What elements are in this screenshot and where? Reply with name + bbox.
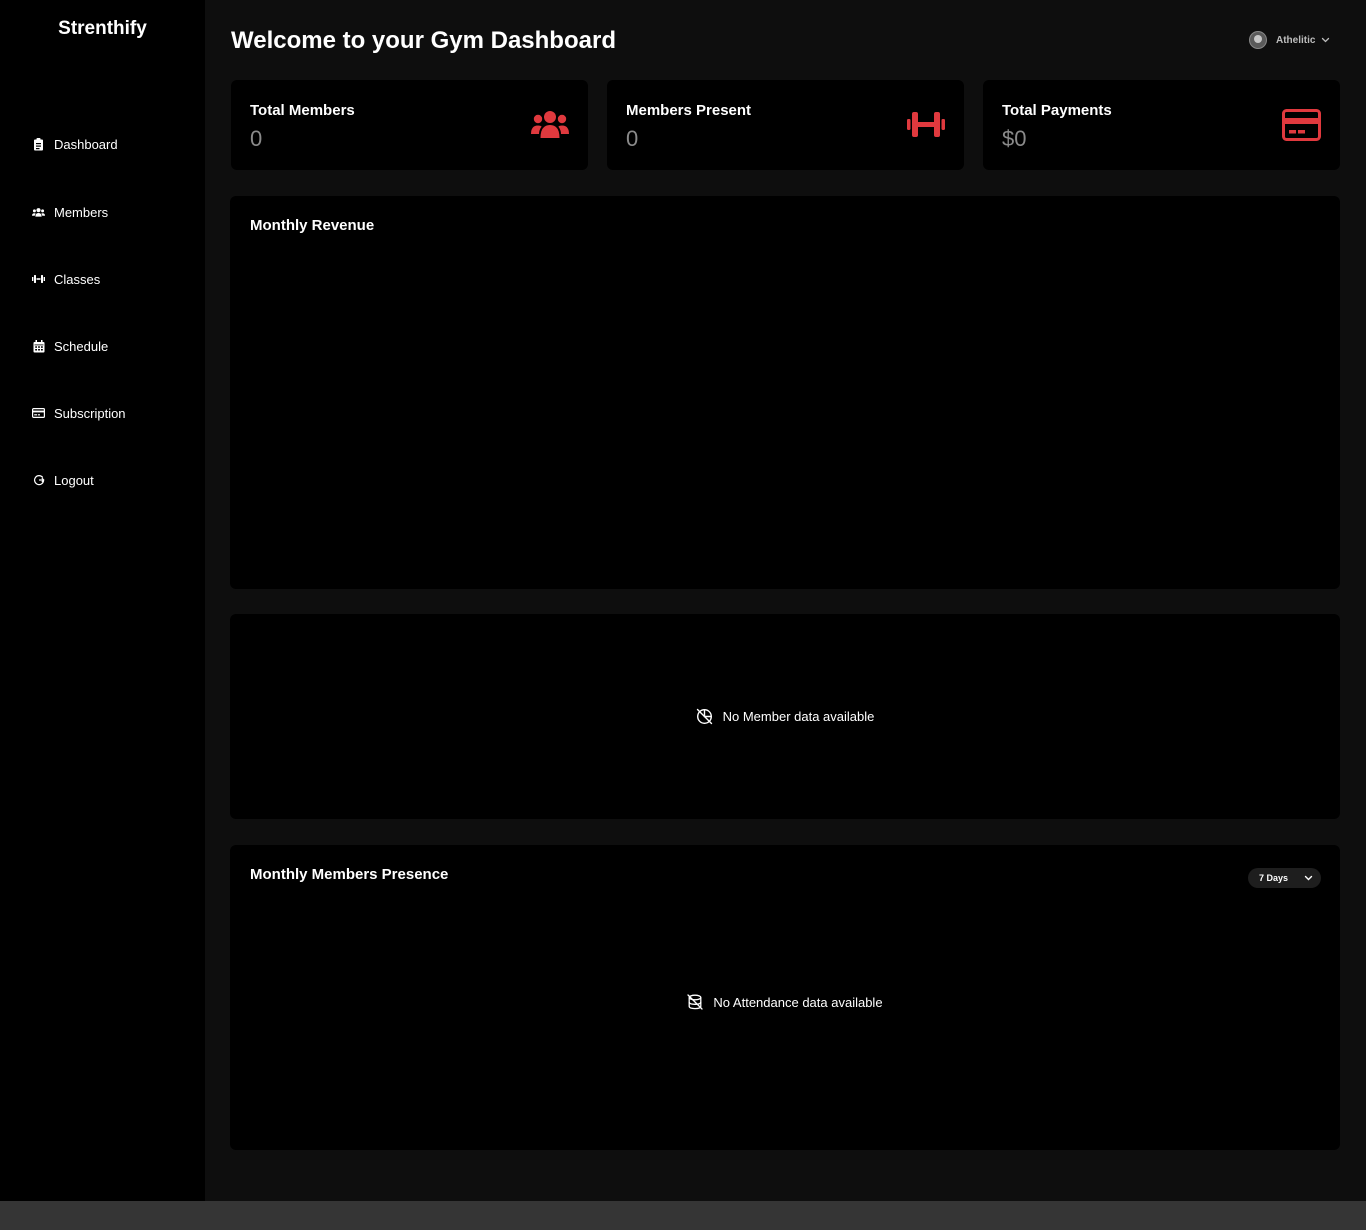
member-data-panel: No Member data available — [230, 614, 1340, 819]
range-select[interactable]: 7 Days — [1248, 868, 1321, 888]
user-name: Athelitic — [1276, 34, 1316, 46]
stat-card-total-members: Total Members 0 — [231, 80, 588, 170]
member-empty-state: No Member data available — [230, 708, 1340, 725]
page-title: Welcome to your Gym Dashboard — [231, 27, 616, 54]
chevron-down-icon — [1304, 875, 1313, 881]
sidebar-item-subscription[interactable]: Subscription — [32, 402, 126, 424]
users-icon — [32, 206, 45, 219]
clipboard-icon — [32, 137, 45, 151]
logout-icon — [32, 474, 45, 487]
attendance-empty-state: No Attendance data available — [230, 994, 1340, 1010]
sidebar-item-members[interactable]: Members — [32, 201, 108, 223]
dumbbell-icon — [907, 110, 945, 144]
sidebar-item-schedule[interactable]: Schedule — [32, 335, 108, 357]
stat-card-members-present: Members Present 0 — [607, 80, 964, 170]
stat-card-total-payments: Total Payments $0 — [983, 80, 1340, 170]
stat-value: 0 — [626, 126, 639, 151]
monthly-revenue-panel: Monthly Revenue — [230, 196, 1340, 589]
panel-title: Monthly Revenue — [250, 217, 375, 234]
users-icon — [531, 110, 569, 144]
app-window: Strenthify Dashboard Members Classes Sch… — [0, 0, 1366, 1201]
brand-logo[interactable]: Strenthify — [0, 18, 205, 40]
user-menu[interactable]: Athelitic — [1249, 30, 1330, 50]
sidebar-item-label: Subscription — [54, 405, 126, 421]
chevron-down-icon — [1321, 37, 1330, 43]
sidebar-item-label: Dashboard — [54, 136, 118, 152]
sidebar-item-label: Classes — [54, 271, 101, 287]
stat-label: Members Present — [626, 102, 752, 119]
panel-title: Monthly Members Presence — [250, 866, 449, 883]
empty-state-text: No Member data available — [722, 709, 875, 724]
stat-label: Total Members — [250, 102, 355, 119]
sidebar-item-label: Logout — [54, 472, 94, 488]
sidebar-item-logout[interactable]: Logout — [32, 469, 94, 491]
avatar — [1249, 31, 1267, 49]
stat-value: $0 — [1002, 126, 1027, 151]
range-select-value: 7 Days — [1259, 873, 1289, 883]
empty-state-text: No Attendance data available — [713, 994, 883, 1010]
sidebar: Strenthify Dashboard Members Classes Sch… — [0, 0, 205, 1201]
sidebar-item-dashboard[interactable]: Dashboard — [32, 133, 118, 155]
database-off-icon — [687, 994, 704, 1010]
stat-label: Total Payments — [1002, 102, 1112, 119]
members-presence-panel: Monthly Members Presence 7 Days No Atten… — [230, 845, 1340, 1150]
sidebar-item-label: Members — [54, 204, 109, 220]
calendar-icon — [32, 339, 45, 353]
chart-off-icon — [696, 708, 713, 725]
credit-card-icon — [32, 407, 45, 420]
dumbbell-icon — [32, 273, 45, 286]
stat-value: 0 — [250, 126, 263, 151]
credit-card-icon — [1282, 109, 1321, 146]
sidebar-item-label: Schedule — [54, 338, 109, 354]
sidebar-item-classes[interactable]: Classes — [32, 268, 100, 290]
